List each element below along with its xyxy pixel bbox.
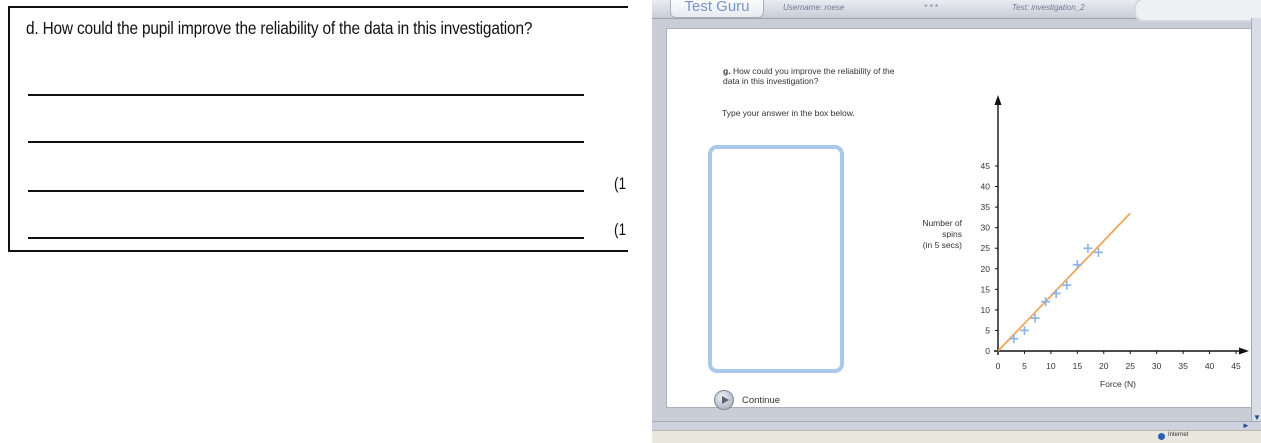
x-tick-label: 40 bbox=[1205, 361, 1215, 371]
scroll-right-arrow-icon[interactable]: ► bbox=[1242, 421, 1250, 430]
x-tick-label: 10 bbox=[1046, 361, 1056, 371]
y-tick-label: 25 bbox=[981, 243, 991, 253]
data-point bbox=[1051, 288, 1061, 298]
vertical-scrollbar[interactable]: ▼ bbox=[1251, 18, 1261, 430]
globe-icon bbox=[1158, 433, 1165, 440]
answer-line bbox=[28, 190, 584, 192]
question-content-area: g. How could you improve the reliability… bbox=[666, 28, 1254, 410]
answer-line bbox=[28, 237, 584, 239]
y-axis-label: Number of bbox=[922, 218, 962, 228]
username-label: Username: roese bbox=[783, 3, 845, 12]
data-point bbox=[1009, 334, 1019, 344]
x-axis-arrowhead bbox=[1239, 347, 1249, 355]
test-guru-window: Test Guru Username: roese * * * Test: in… bbox=[652, 0, 1261, 443]
app-header: Test Guru Username: roese * * * Test: in… bbox=[652, 0, 1261, 22]
y-tick-label: 5 bbox=[985, 325, 990, 335]
x-tick-label: 5 bbox=[1022, 361, 1027, 371]
x-tick-label: 35 bbox=[1178, 361, 1188, 371]
y-tick-label: 10 bbox=[981, 305, 991, 315]
browser-status-bar: Internet bbox=[652, 430, 1261, 443]
y-tick-label: 45 bbox=[981, 161, 991, 171]
mark-allocation: (1 bbox=[614, 220, 627, 239]
x-tick-label: 30 bbox=[1152, 361, 1162, 371]
x-tick-label: 0 bbox=[996, 361, 1001, 371]
x-tick-label: 25 bbox=[1125, 361, 1135, 371]
header-control[interactable] bbox=[1134, 0, 1261, 22]
y-axis-label: spins bbox=[942, 229, 962, 239]
y-axis-label: (in 5 secs) bbox=[923, 240, 962, 250]
worksheet-question-text: d. How could the pupil improve the relia… bbox=[26, 18, 533, 38]
spins-vs-force-chart: 0 5 10 15 20 25 30 35 40 45 0 5 10 15 20 25 30 35 40 45 Numb… bbox=[922, 95, 1249, 389]
y-tick-label: 0 bbox=[985, 346, 990, 356]
progress-dots: * * * bbox=[924, 3, 938, 12]
answer-line bbox=[28, 141, 584, 143]
worksheet-question-panel: d. How could the pupil improve the relia… bbox=[8, 6, 628, 252]
x-axis-label: Force (N) bbox=[1100, 379, 1136, 389]
test-guru-logo: Test Guru bbox=[670, 0, 764, 18]
y-tick-label: 20 bbox=[981, 264, 991, 274]
test-name-label: Test: investigation_2 bbox=[1012, 3, 1085, 12]
answer-line bbox=[28, 94, 584, 96]
y-tick-label: 30 bbox=[981, 223, 991, 233]
x-tick-label: 20 bbox=[1099, 361, 1109, 371]
data-point bbox=[1072, 260, 1082, 270]
y-tick-label: 40 bbox=[981, 182, 991, 192]
zone-label: Internet bbox=[1168, 432, 1189, 438]
y-tick-label: 15 bbox=[981, 284, 991, 294]
data-point bbox=[1083, 243, 1093, 253]
y-axis-arrowhead bbox=[994, 95, 1002, 105]
best-fit-line bbox=[997, 212, 1131, 352]
y-tick-label: 35 bbox=[981, 202, 991, 212]
x-tick-label: 15 bbox=[1073, 361, 1083, 371]
x-tick-label: 45 bbox=[1231, 361, 1241, 371]
mark-allocation: (1 bbox=[614, 174, 627, 193]
